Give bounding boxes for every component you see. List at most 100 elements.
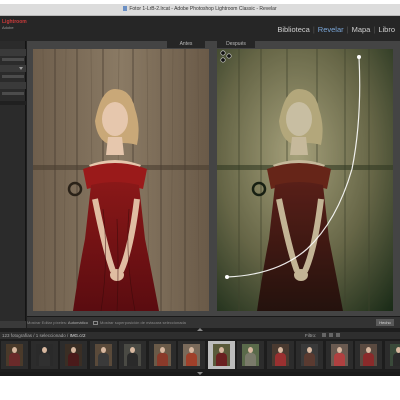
before-label: Antes: [167, 40, 205, 48]
thumbnail-face: [307, 347, 312, 353]
before-photo[interactable]: [33, 49, 209, 311]
after-photo-image: [217, 49, 393, 311]
filmstrip-thumbnail[interactable]: [30, 341, 58, 369]
filmstrip-thumbnail[interactable]: [207, 341, 235, 369]
filmstrip-thumbnail[interactable]: [148, 341, 176, 369]
thumbnail-face: [159, 347, 165, 353]
selected-filename[interactable]: IMG.cr2: [70, 333, 86, 338]
filmstrip-thumbnail[interactable]: [119, 341, 146, 369]
window-titlebar: Fotor 1-LrB-2.lrcat - Adobe Photoshop Li…: [0, 4, 400, 16]
filmstrip-thumbnail[interactable]: [384, 341, 400, 369]
chevron-down-icon[interactable]: [197, 372, 203, 375]
thumbnail-image: [212, 344, 230, 366]
thumbnail-face: [395, 347, 400, 353]
filmstrip-thumbnail[interactable]: [178, 341, 205, 369]
thumbnail-face: [277, 347, 283, 353]
thumbnail-figure: [333, 353, 345, 366]
thumbnail-figure: [97, 353, 109, 366]
thumbnail-face: [366, 347, 371, 353]
thumbnail-face: [71, 347, 76, 353]
chevron-down-icon[interactable]: [19, 67, 23, 70]
window-title-wrap: Fotor 1-LrB-2.lrcat - Adobe Photoshop Li…: [0, 6, 400, 12]
filmstrip-thumbnail[interactable]: [355, 341, 382, 369]
chevron-up-icon[interactable]: [197, 328, 203, 331]
thumbnail-image: [301, 344, 318, 366]
thumbnail-image: [124, 344, 141, 366]
document-icon: [123, 6, 128, 11]
filmstrip-thumbnail[interactable]: [266, 341, 294, 369]
thumbnail-image: [6, 344, 23, 366]
thumbnail-figure: [156, 353, 168, 366]
thumbnail-face: [100, 347, 106, 353]
photo-count: 123 fotografías / 1 seleccionado /: [2, 333, 69, 338]
filmstrip-thumbnail[interactable]: [60, 341, 87, 369]
module-libro[interactable]: Libro: [378, 25, 395, 34]
thumbnail-figure: [68, 353, 79, 366]
thumbnail-figure: [215, 353, 227, 366]
thumbnail-image: [360, 344, 377, 366]
thumbnail-figure: [304, 353, 315, 366]
bottom-toggle[interactable]: [0, 372, 400, 376]
effect-select[interactable]: Automático: [68, 320, 88, 325]
snapshots-panel-header[interactable]: [0, 82, 26, 89]
filmstrip-thumbnail[interactable]: [237, 341, 264, 369]
thumbnail-figure: [9, 353, 20, 366]
panel-field[interactable]: [2, 75, 24, 78]
thumbnail-face: [12, 347, 17, 353]
thumbnail-figure: [274, 353, 286, 366]
module-biblioteca[interactable]: Biblioteca: [277, 25, 310, 34]
toolbar-left: Mostrar Editar píxeles: Automático Mostr…: [27, 320, 186, 325]
star-filter-icon[interactable]: [329, 333, 333, 337]
filmstrip-thumbnail[interactable]: [89, 341, 117, 369]
presets-panel-header[interactable]: [0, 65, 26, 72]
filmstrip: [0, 339, 400, 372]
thumbnail-figure: [245, 353, 256, 366]
filmstrip-thumbnail[interactable]: [325, 341, 353, 369]
done-button[interactable]: Hecho: [376, 319, 394, 326]
thumbnail-image: [389, 344, 400, 366]
overlay-checkbox[interactable]: [93, 321, 99, 325]
thumbnail-figure: [38, 353, 50, 366]
compare-view: Antes Después: [27, 40, 400, 320]
module-revelar[interactable]: Revelar: [318, 25, 344, 34]
curve-pin-end: [357, 55, 361, 59]
after-photo[interactable]: [217, 49, 393, 311]
thumbnail-image: [330, 344, 348, 366]
thumbnail-face: [41, 347, 47, 353]
adobe-label: Adobe: [2, 25, 14, 30]
thumbnail-image: [183, 344, 200, 366]
filmstrip-thumbnail[interactable]: [1, 341, 28, 369]
flag-filter-icon[interactable]: [322, 333, 326, 337]
lightroom-window: Fotor 1-LrB-2.lrcat - Adobe Photoshop Li…: [0, 4, 400, 376]
module-separator: |: [373, 25, 376, 34]
module-picker: Biblioteca | Revelar | Mapa | Libro: [277, 25, 395, 34]
thumbnail-image: [35, 344, 53, 366]
develop-toolbar: Mostrar Editar píxeles: Automático Mostr…: [27, 316, 400, 328]
thumbnail-face: [218, 347, 224, 353]
thumbnail-image: [271, 344, 289, 366]
module-mapa[interactable]: Mapa: [352, 25, 371, 34]
thumbnail-image: [153, 344, 171, 366]
curve-pin-start: [225, 275, 229, 279]
filmstrip-thumbnail[interactable]: [296, 341, 323, 369]
filmstrip-count: 123 fotografías / 1 seleccionado / IMG.c…: [2, 333, 86, 338]
effect-label: Mostrar Editar píxeles:: [27, 320, 68, 325]
navigator-panel-header[interactable]: [0, 49, 26, 56]
before-photo-image: [33, 49, 209, 311]
window-title: Fotor 1-LrB-2.lrcat - Adobe Photoshop Li…: [129, 6, 277, 12]
thumbnail-face: [130, 347, 135, 353]
thumbnail-face: [248, 347, 253, 353]
filter-label: Filtro:: [305, 333, 317, 338]
thumbnail-figure: [392, 353, 400, 366]
color-filter-icon[interactable]: [336, 333, 340, 337]
history-panel-header[interactable]: [0, 101, 26, 105]
thumbnail-image: [242, 344, 259, 366]
panel-field[interactable]: [2, 92, 24, 95]
after-label: Después: [217, 40, 255, 48]
thumbnail-figure: [363, 353, 374, 366]
left-panel: [0, 41, 26, 321]
thumbnail-face: [189, 347, 194, 353]
panel-field[interactable]: [2, 58, 24, 61]
module-separator: |: [312, 25, 315, 34]
left-panel-bottom: [0, 321, 26, 328]
